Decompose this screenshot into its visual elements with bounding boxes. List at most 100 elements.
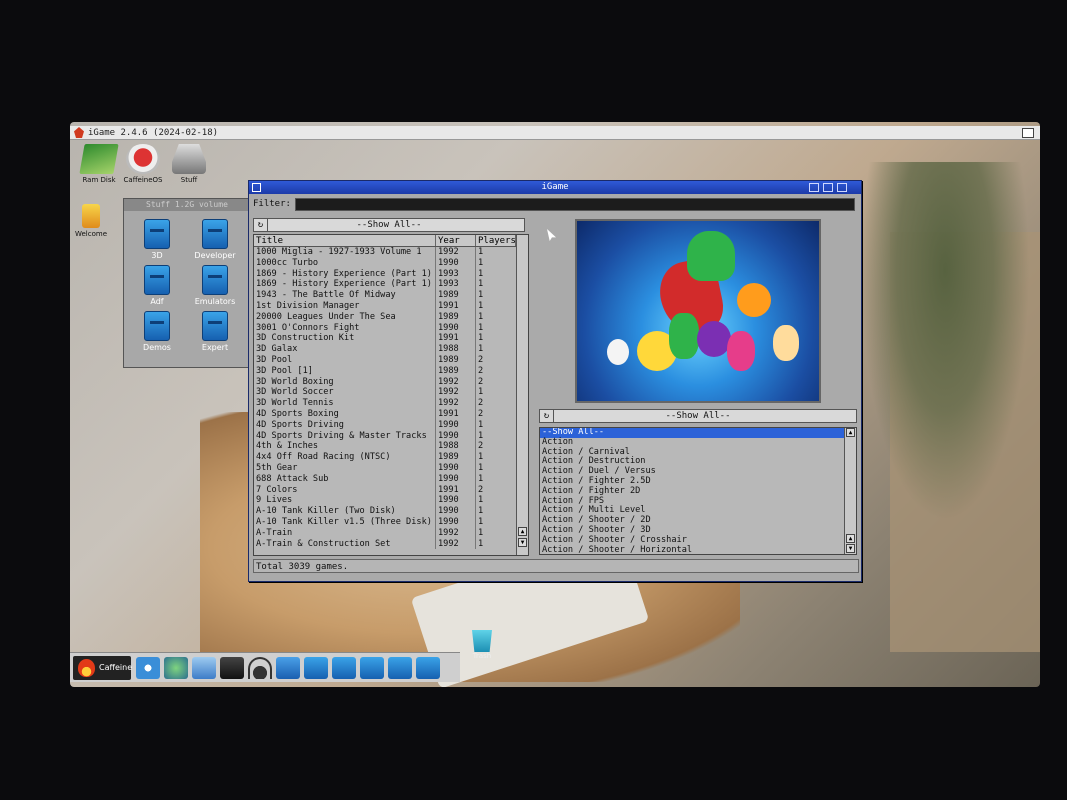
game-row[interactable]: 3D Construction Kit 1991 1 [254,333,528,345]
game-row[interactable]: 3D Pool [1] 1989 2 [254,365,528,377]
genre-list[interactable]: --Show All-- Action Action / Carnival Actio… [539,427,857,555]
drawer-adf[interactable]: Adf [132,265,182,306]
list-filter-cycle[interactable]: ↻ --Show All-- [253,218,525,232]
column-year[interactable]: Year [436,235,476,246]
game-row[interactable]: A-Train & Construction Set 1992 1 [254,538,528,550]
dock-cube-icon[interactable] [192,657,216,679]
game-title-cell: 3D World Tennis [254,398,436,409]
game-title-cell: 1943 - The Battle Of Midway [254,290,436,301]
game-year-cell: 1992 [436,527,476,539]
game-row[interactable]: 3D Galax 1988 1 [254,344,528,355]
screen-title-bar[interactable]: iGame 2.4.6 (2024-02-18) [70,126,1040,140]
game-row[interactable]: 3D World Boxing 1992 2 [254,376,528,388]
game-row[interactable]: 4D Sports Boxing 1991 2 [254,408,528,420]
depth-icon[interactable] [837,183,847,192]
game-players-cell: 2 [478,376,484,387]
genre-list-scrollbar[interactable]: ▲ ▲ ▼ [844,428,856,554]
game-row[interactable]: 3D World Tennis 1992 2 [254,398,528,409]
genre-item[interactable]: Action / Shooter / Horizontal [540,545,856,554]
game-players-cell: 1 [478,452,484,463]
game-row[interactable]: 688 Attack Sub 1990 1 [254,473,528,485]
game-title-cell: 3D Pool [1] [254,365,436,377]
dock-drawer-icon[interactable] [332,657,356,679]
game-row[interactable]: 1000 Miglia - 1927-1933 Volume 1 1992 1 [254,247,528,258]
igame-title-bar[interactable]: iGame [249,181,861,194]
desktop-icon-welcome[interactable]: Welcome [70,204,118,238]
drawer-expert[interactable]: Expert [190,311,240,352]
game-row[interactable]: 1869 - History Experience (Part 1) 1993 1 [254,268,528,280]
scroll-up-icon[interactable]: ▲ [846,534,855,543]
drawer-emulators[interactable]: Emulators [190,265,240,306]
game-title-cell: 1000 Miglia - 1927-1933 Volume 1 [254,247,436,258]
game-row[interactable]: 1869 - History Experience (Part 1) 1993 1 [254,279,528,291]
zoom-icon[interactable] [823,183,833,192]
game-row[interactable]: 7 Colors 1991 2 [254,484,528,496]
game-row[interactable]: 3D Pool 1989 2 [254,354,528,366]
game-row[interactable]: A-10 Tank Killer v1.5 (Three Disk) 1990 1 [254,516,528,528]
game-title-cell: 1st Division Manager [254,300,436,312]
game-row[interactable]: 20000 Leagues Under The Sea 1989 1 [254,311,528,323]
genre-filter-cycle[interactable]: ↻ --Show All-- [539,409,857,423]
column-players[interactable]: Players [476,235,516,246]
iconify-icon[interactable] [809,183,819,192]
game-players-cell: 1 [478,516,484,527]
cycle-icon: ↻ [254,219,268,231]
screenshot-art [727,331,755,371]
game-players-cell: 1 [478,247,484,257]
game-players-cell: 2 [478,354,484,365]
game-row[interactable]: 9 Lives 1990 1 [254,495,528,507]
desktop-icon-trash[interactable]: Trash [462,630,502,660]
game-list-scrollbar[interactable]: ▲ ▼ [516,235,528,555]
game-title-cell: 4x4 Off Road Racing (NTSC) [254,452,436,463]
game-year-cell: 1991 [436,333,476,345]
drawer-icon [144,219,170,249]
scroll-up-icon[interactable]: ▲ [518,527,527,536]
game-row[interactable]: 4D Sports Driving 1990 1 [254,419,528,431]
dock-drawer-icon[interactable] [416,657,440,679]
game-row[interactable]: 4D Sports Driving & Master Tracks 1990 1 [254,430,528,442]
game-year-cell: 1990 [436,495,476,507]
dock-drawer-icon[interactable] [360,657,384,679]
drawer-3d[interactable]: 3D [132,219,182,260]
game-row[interactable]: 3001 O'Connors Fight 1990 1 [254,322,528,334]
game-players-cell: 1 [478,430,484,441]
scroll-down-icon[interactable]: ▼ [846,544,855,553]
genre-item[interactable]: --Show All-- [540,428,844,438]
dock-headphones-icon[interactable] [248,657,272,679]
game-title-cell: 688 Attack Sub [254,473,436,485]
game-row[interactable]: 1943 - The Battle Of Midway 1989 1 [254,290,528,301]
drawer-developer[interactable]: Developer [190,219,240,260]
close-icon[interactable] [252,183,261,192]
desktop-icon-stuff[interactable]: Stuff [162,144,216,184]
dock-weather-icon[interactable] [136,657,160,679]
game-row[interactable]: 4x4 Off Road Racing (NTSC) 1989 1 [254,452,528,463]
game-list[interactable]: Title Year Players 1000 Miglia - 1927-19… [253,234,529,556]
screen-depth-gadget-icon[interactable] [1022,128,1034,138]
game-screenshot [575,219,821,403]
game-row[interactable]: 5th Gear 1990 1 [254,462,528,474]
scroll-up-icon[interactable]: ▲ [846,428,855,437]
game-row[interactable]: A-10 Tank Killer (Two Disk) 1990 1 [254,506,528,517]
dock-drawer-icon[interactable] [388,657,412,679]
game-row[interactable]: 4th & Inches 1988 2 [254,441,528,453]
game-players-cell: 1 [478,290,484,301]
column-title[interactable]: Title [254,235,436,246]
game-players-cell: 1 [478,333,484,344]
drawer-demos[interactable]: Demos [132,311,182,352]
filter-input[interactable] [295,198,855,211]
game-row[interactable]: 3D World Soccer 1992 1 [254,387,528,399]
dock-drawer-icon[interactable] [304,657,328,679]
igame-window[interactable]: iGame Filter: ↻ --Show All-- Title Year … [248,180,862,582]
game-row[interactable]: A-Train 1992 1 [254,527,528,539]
dock-clapper-icon[interactable] [220,657,244,679]
drawer-icon [144,265,170,295]
game-title-cell: 3001 O'Connors Fight [254,322,436,334]
dock-floppy-icon[interactable] [276,657,300,679]
scroll-down-icon[interactable]: ▼ [518,538,527,547]
game-row[interactable]: 1000cc Turbo 1990 1 [254,257,528,269]
dock-globe-icon[interactable] [164,657,188,679]
screenshot-art [737,283,771,317]
screenshot-art [607,339,629,365]
game-row[interactable]: 1st Division Manager 1991 1 [254,300,528,312]
start-button[interactable]: Caffeine [73,656,132,680]
